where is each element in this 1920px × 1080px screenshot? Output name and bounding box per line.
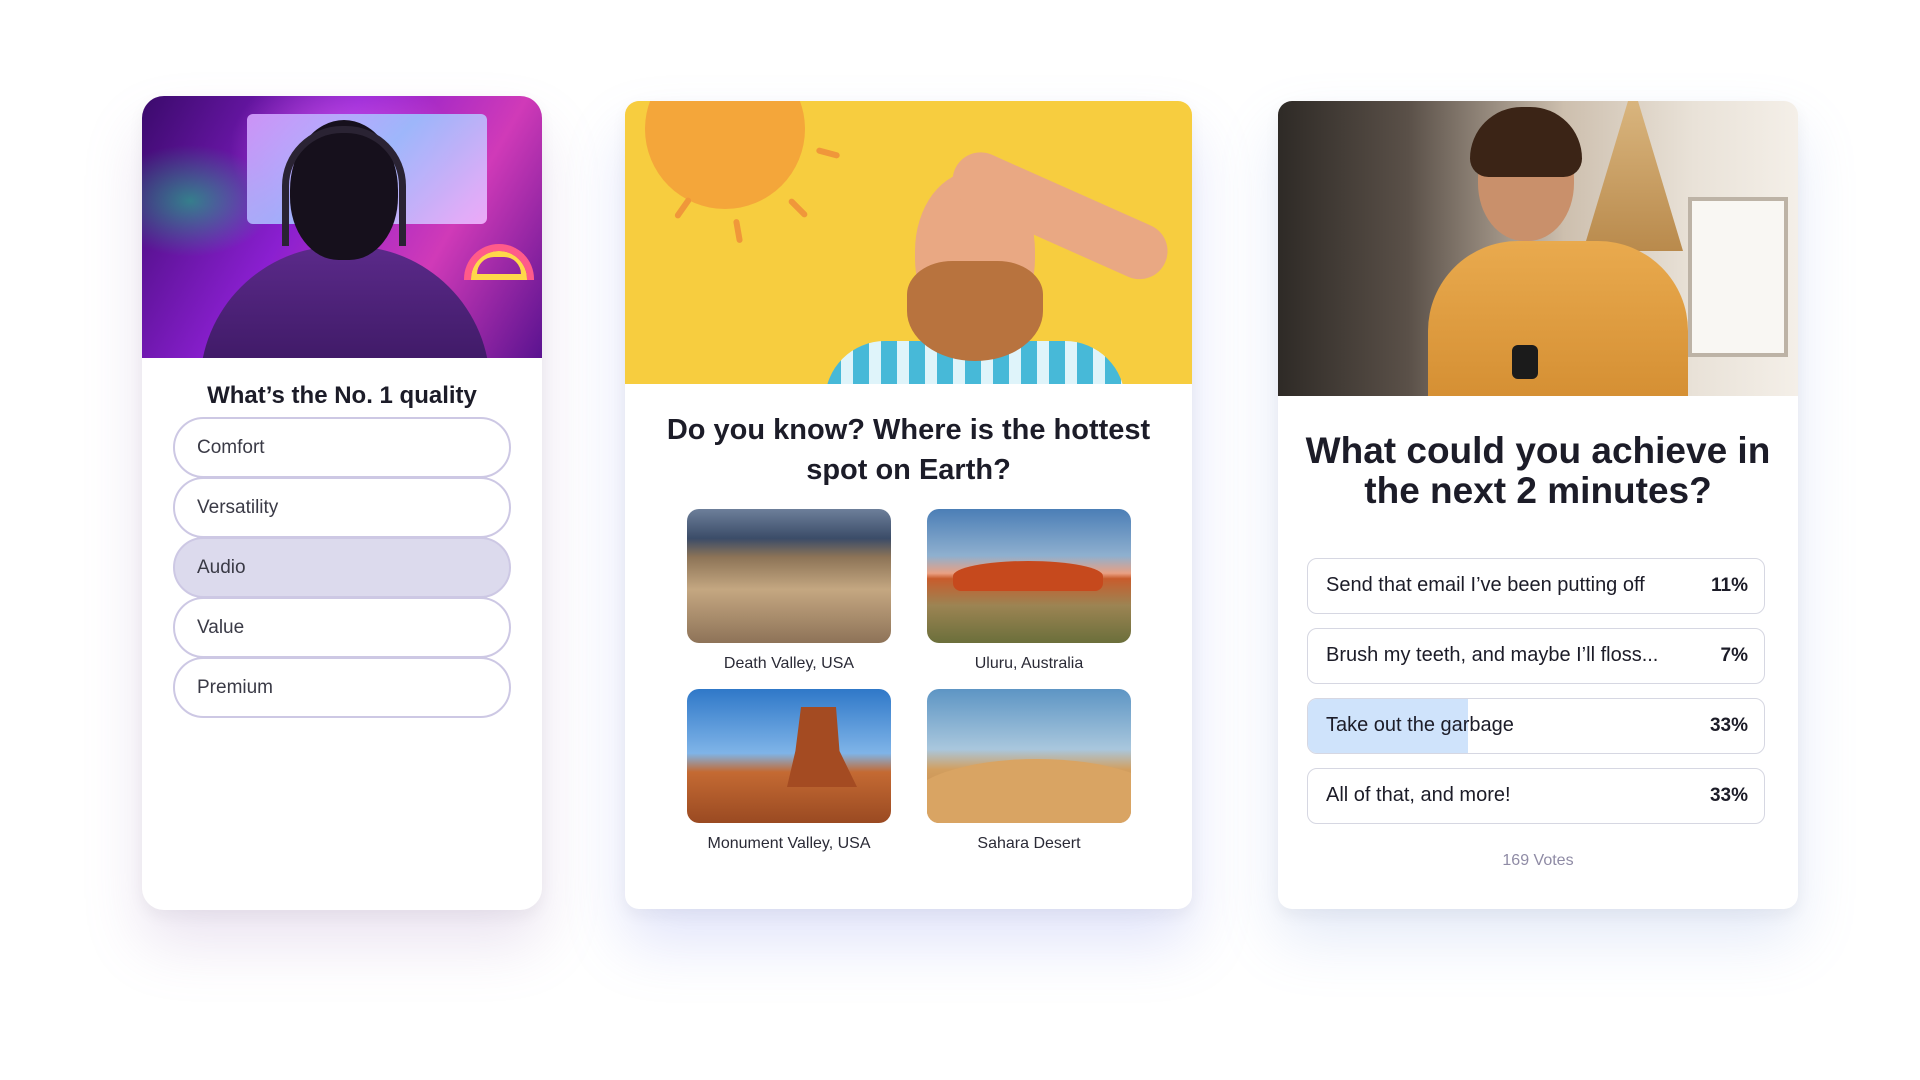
answer-uluru[interactable]: Uluru, Australia (927, 509, 1131, 673)
gaming-headset-poll-card: What’s the No. 1 quality you’re looking … (142, 96, 542, 910)
option-label: Value (197, 617, 245, 638)
uluru-image (927, 509, 1131, 643)
woman-watch-hero-image (1278, 101, 1798, 396)
option-value[interactable]: Value (173, 597, 511, 658)
result-label: Brush my teeth, and maybe I’ll floss... (1326, 644, 1659, 666)
quiz-question-title: Do you know? Where is the hottest spot o… (666, 414, 1151, 486)
sahara-desert-image (927, 689, 1131, 823)
result-row[interactable]: Send that email I’ve been putting off 11… (1307, 558, 1765, 614)
option-label: Versatility (197, 497, 279, 518)
gamer-hero-image (142, 96, 542, 358)
two-minutes-poll-results-card: What could you achieve in the next 2 min… (1278, 101, 1798, 909)
place-caption: Death Valley, USA (723, 655, 855, 672)
monument-valley-image (687, 689, 891, 823)
result-percent: 7% (1720, 645, 1748, 666)
option-label: Audio (197, 557, 246, 578)
hottest-spot-quiz-card: Do you know? Where is the hottest spot o… (625, 101, 1192, 909)
option-premium[interactable]: Premium (173, 657, 511, 718)
result-percent: 33% (1709, 785, 1748, 806)
result-label: Send that email I’ve been putting off (1326, 574, 1645, 596)
result-label: Take out the garbage (1326, 714, 1514, 736)
result-percent: 33% (1709, 715, 1748, 736)
place-caption: Monument Valley, USA (707, 835, 871, 852)
hot-man-hero-image (625, 101, 1192, 384)
result-percent: 11% (1711, 575, 1748, 596)
result-row-highlighted[interactable]: Take out the garbage 33% (1307, 698, 1765, 754)
result-row[interactable]: Brush my teeth, and maybe I’ll floss... … (1307, 628, 1765, 684)
place-caption: Sahara Desert (977, 835, 1081, 852)
death-valley-image (687, 509, 891, 643)
option-versatility[interactable]: Versatility (173, 477, 511, 538)
option-label: Premium (197, 677, 274, 698)
result-label: All of that, and more! (1326, 784, 1511, 806)
answer-monument-valley[interactable]: Monument Valley, USA (687, 689, 891, 853)
poll-results-title: What could you achieve in the next 2 min… (1305, 430, 1771, 511)
place-caption: Uluru, Australia (974, 655, 1084, 672)
option-label: Comfort (197, 437, 265, 458)
vote-count: 169 Votes (1502, 852, 1574, 869)
answer-death-valley[interactable]: Death Valley, USA (687, 509, 891, 673)
option-audio[interactable]: Audio (173, 537, 511, 598)
result-row[interactable]: All of that, and more! 33% (1307, 768, 1765, 824)
answer-sahara[interactable]: Sahara Desert (927, 689, 1131, 853)
option-comfort[interactable]: Comfort (173, 417, 511, 478)
